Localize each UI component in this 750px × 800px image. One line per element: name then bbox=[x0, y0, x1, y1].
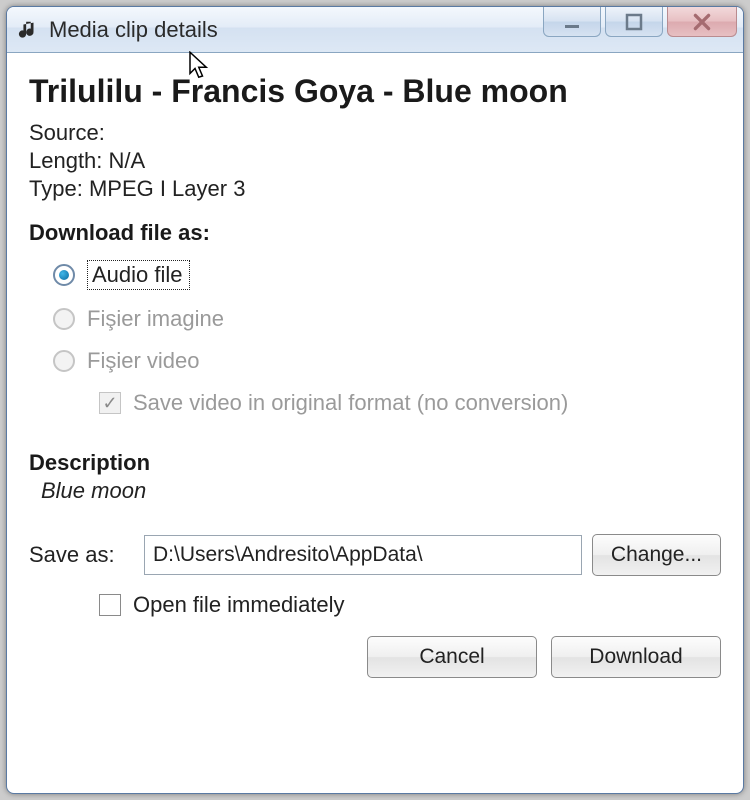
radio-video-label: Fişier video bbox=[87, 348, 199, 374]
download-as-label: Download file as: bbox=[29, 220, 721, 246]
client-area: Trilulilu - Francis Goya - Blue moon Sou… bbox=[7, 53, 743, 696]
maximize-button[interactable] bbox=[605, 7, 663, 37]
meta-length: Length: N/A bbox=[29, 148, 721, 174]
radio-indicator-icon bbox=[53, 308, 75, 330]
save-original-format-row: ✓ Save video in original format (no conv… bbox=[29, 382, 721, 424]
description-label: Description bbox=[29, 450, 721, 476]
radio-video-file: Fişier video bbox=[29, 340, 721, 382]
meta-type: Type: MPEG I Layer 3 bbox=[29, 176, 721, 202]
save-original-label: Save video in original format (no conver… bbox=[133, 390, 568, 416]
media-title: Trilulilu - Francis Goya - Blue moon bbox=[29, 73, 721, 110]
window-controls bbox=[543, 7, 737, 37]
length-label: Length: bbox=[29, 148, 102, 173]
radio-indicator-icon bbox=[53, 264, 75, 286]
checkbox-icon[interactable] bbox=[99, 594, 121, 616]
save-as-row: Save as: Change... bbox=[29, 534, 721, 576]
window-title: Media clip details bbox=[49, 17, 218, 43]
source-label: Source: bbox=[29, 120, 105, 145]
length-value: N/A bbox=[109, 148, 146, 173]
radio-image-label: Fişier imagine bbox=[87, 306, 224, 332]
cancel-button[interactable]: Cancel bbox=[367, 636, 537, 678]
type-value: MPEG I Layer 3 bbox=[89, 176, 246, 201]
minimize-button[interactable] bbox=[543, 7, 601, 37]
open-immediately-row[interactable]: Open file immediately bbox=[29, 576, 721, 618]
dialog-window: Media clip details Trilulilu - Francis G… bbox=[6, 6, 744, 794]
description-text: Blue moon bbox=[41, 478, 721, 504]
download-button[interactable]: Download bbox=[551, 636, 721, 678]
save-path-input[interactable] bbox=[144, 535, 582, 575]
close-button[interactable] bbox=[667, 7, 737, 37]
radio-image-file: Fişier imagine bbox=[29, 298, 721, 340]
radio-indicator-icon bbox=[53, 350, 75, 372]
radio-audio-file[interactable]: Audio file bbox=[29, 252, 721, 298]
checkbox-icon: ✓ bbox=[99, 392, 121, 414]
save-as-label: Save as: bbox=[29, 542, 134, 568]
open-immediately-label: Open file immediately bbox=[133, 592, 345, 618]
change-button[interactable]: Change... bbox=[592, 534, 721, 576]
music-note-icon bbox=[17, 19, 39, 41]
titlebar[interactable]: Media clip details bbox=[7, 7, 743, 53]
type-label: Type: bbox=[29, 176, 83, 201]
radio-audio-label: Audio file bbox=[87, 260, 190, 290]
download-radio-group: Audio file Fişier imagine Fişier video ✓… bbox=[29, 252, 721, 424]
dialog-footer: Cancel Download bbox=[29, 636, 721, 678]
meta-source: Source: bbox=[29, 120, 721, 146]
